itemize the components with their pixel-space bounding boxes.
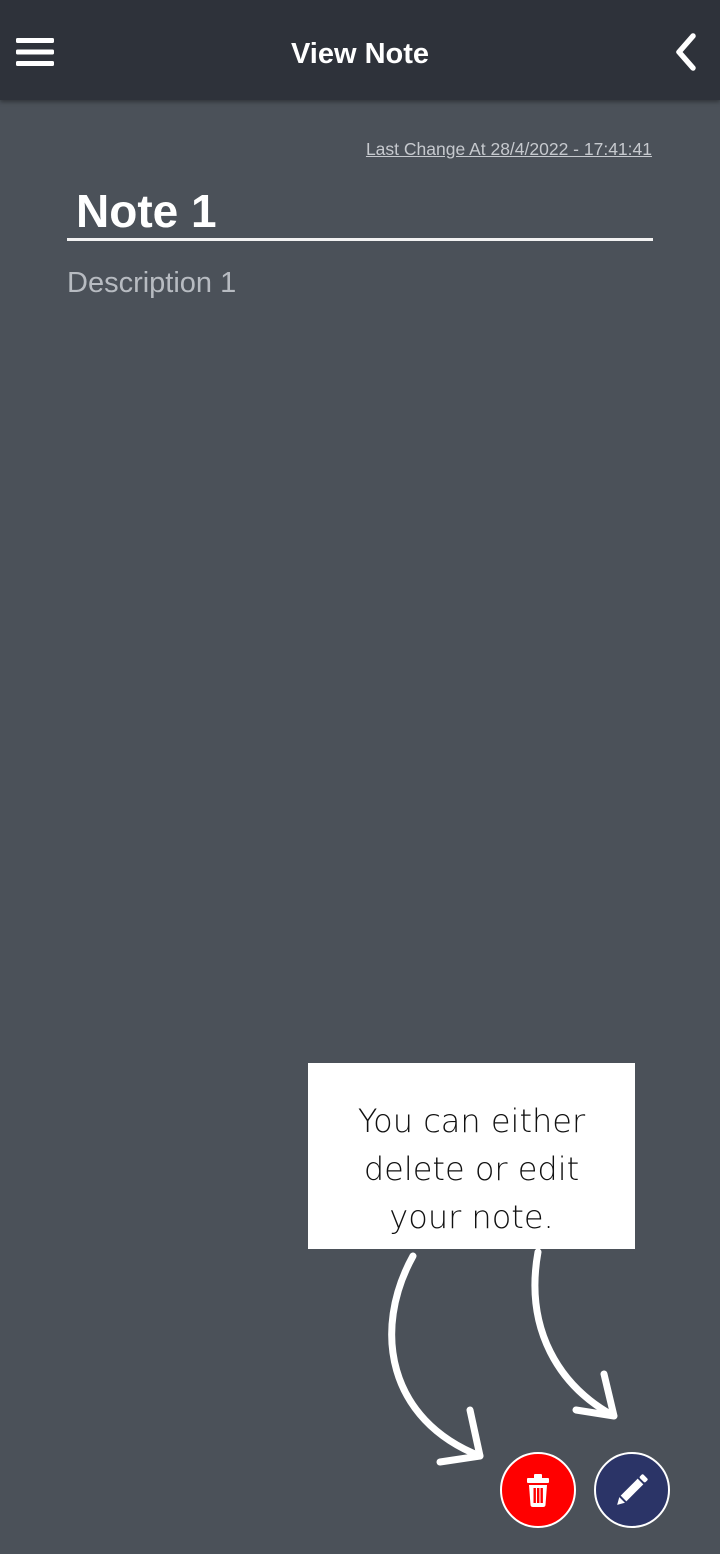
page-title: View Note bbox=[290, 38, 430, 70]
trash-icon bbox=[527, 1474, 549, 1507]
view-note-screen: View Note Last Change At 28/4/2022 - 17:… bbox=[0, 0, 720, 1554]
arrow-to-delete bbox=[388, 1252, 484, 1460]
delete-note-button[interactable] bbox=[500, 1452, 576, 1528]
last-change-timestamp: Last Change At 28/4/2022 - 17:41:41 bbox=[365, 139, 652, 159]
edit-note-button[interactable] bbox=[594, 1452, 670, 1528]
back-button[interactable] bbox=[666, 30, 706, 74]
note-title: Note 1 bbox=[67, 183, 653, 241]
arrow-to-edit bbox=[531, 1248, 616, 1419]
tip-callout: You can either delete or edit your note. bbox=[308, 1063, 635, 1249]
app-bar: View Note bbox=[0, 0, 720, 100]
pencil-icon bbox=[617, 1474, 648, 1505]
arrow-to-edit-head bbox=[572, 1370, 618, 1420]
note-description: Description 1 bbox=[67, 267, 237, 299]
chevron-left-icon bbox=[676, 33, 696, 71]
arrow-to-delete-head bbox=[436, 1406, 484, 1466]
